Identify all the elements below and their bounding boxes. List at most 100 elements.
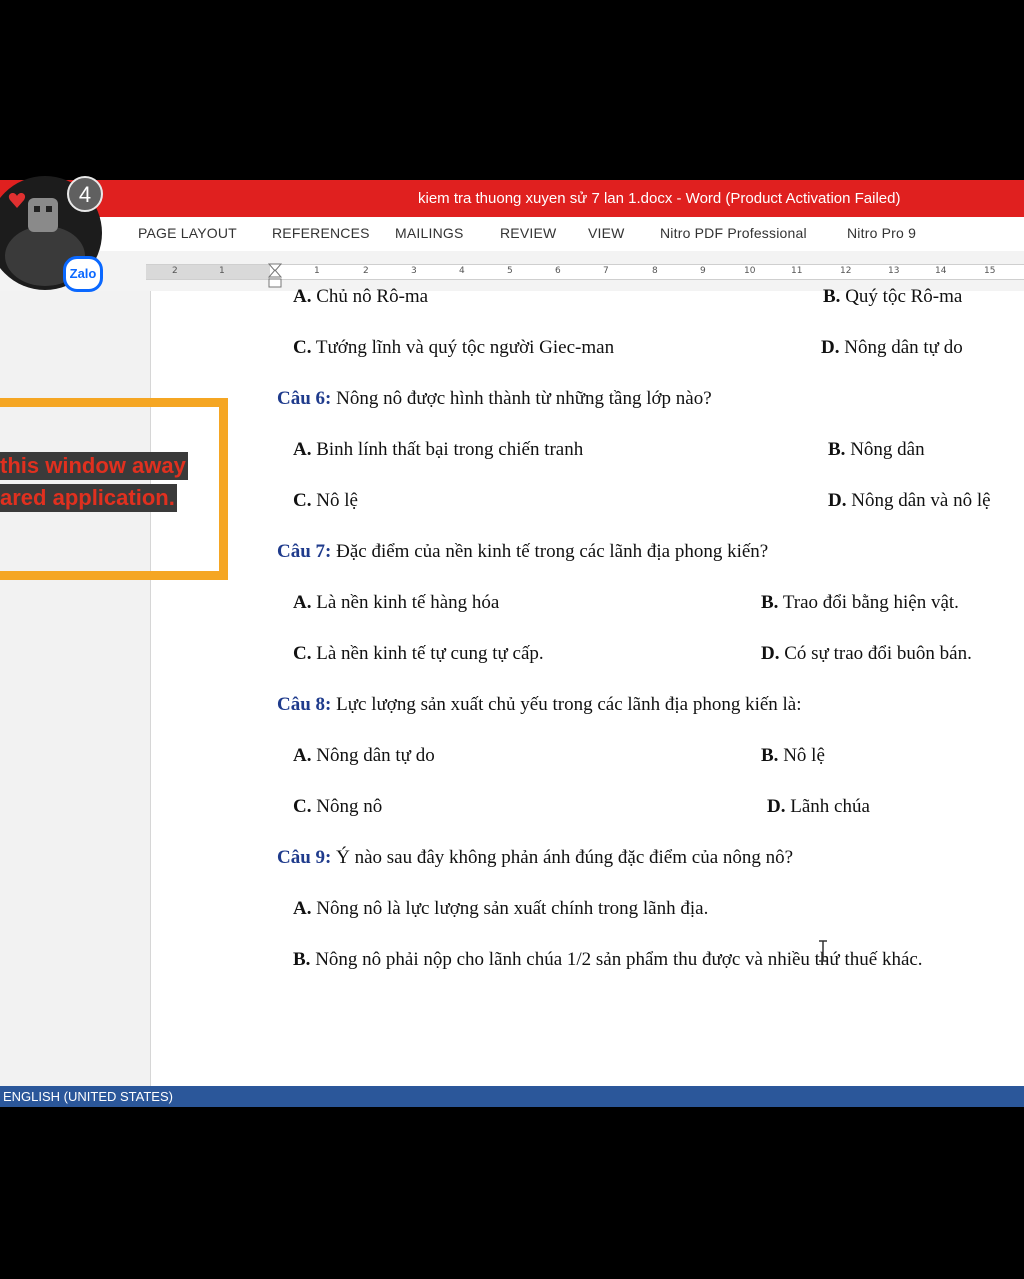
option-label: A. (293, 745, 312, 766)
text-cursor-icon (819, 940, 827, 962)
ruler-label: 3 (411, 266, 417, 276)
option-text: Nông dân (845, 439, 925, 460)
ruler-label: 14 (935, 266, 947, 276)
ruler-margin-shade (146, 265, 270, 279)
tab-mailings[interactable]: MAILINGS (395, 225, 464, 241)
option-text: Trao đổi bằng hiện vật. (778, 592, 959, 613)
answer-option: D. Nông dân và nô lệ (828, 490, 991, 512)
option-text: Lãnh chúa (785, 796, 870, 817)
answer-option: A. Binh lính thất bại trong chiến tranh (293, 439, 583, 461)
answer-option: D. Nông dân tự do (821, 337, 963, 359)
ribbon-tabs: PAGE LAYOUT REFERENCES MAILINGS REVIEW V… (0, 217, 1024, 251)
overlay-message-line-1: this window away (0, 452, 188, 480)
option-text: Nông nô là lực lượng sản xuất chính tron… (311, 898, 709, 919)
option-label: D. (767, 796, 786, 817)
ruler-label: 7 (603, 266, 609, 276)
answer-option: D. Lãnh chúa (767, 796, 870, 818)
question-text: Nông nô được hình thành từ những tầng lớ… (331, 388, 712, 409)
option-text: Là nền kinh tế tự cung tự cấp. (311, 643, 544, 664)
ruler-label: 4 (459, 266, 465, 276)
ruler-label: 10 (744, 266, 756, 276)
option-label: A. (293, 592, 312, 613)
tab-view[interactable]: VIEW (588, 225, 625, 241)
ruler-label: 13 (888, 266, 900, 276)
answer-option: A. Nông nô là lực lượng sản xuất chính t… (293, 898, 708, 920)
option-text: Nông dân tự do (839, 337, 963, 358)
option-label: B. (761, 592, 779, 613)
question-label: Câu 9: (277, 847, 332, 868)
question-line: Câu 7: Đặc điểm của nền kinh tế trong cá… (277, 541, 768, 563)
answer-option: B. Nô lệ (761, 745, 825, 767)
question-line: Câu 9: Ý nào sau đây không phản ánh đúng… (277, 847, 793, 869)
option-text: Nô lệ (778, 745, 825, 766)
option-label: A. (293, 286, 312, 307)
answer-option: C. Tướng lĩnh và quý tộc người Giec-man (293, 337, 614, 359)
tab-nitro-pro-9[interactable]: Nitro Pro 9 (847, 225, 916, 241)
document-page[interactable]: A. Chủ nô Rô-ma B. Quý tộc Rô-ma C. Tướng … (150, 286, 1024, 1086)
option-text: Chủ nô Rô-ma (311, 286, 429, 307)
question-line: Câu 8: Lực lượng sản xuất chủ yếu trong … (277, 694, 802, 716)
ruler-label: 9 (700, 266, 706, 276)
option-label: D. (821, 337, 840, 358)
answer-option: B. Trao đổi bằng hiện vật. (761, 592, 959, 614)
question-text: Ý nào sau đây không phản ánh đúng đặc đi… (331, 847, 794, 868)
option-text: Quý tộc Rô-ma (840, 286, 963, 307)
ruler-label: 1 (219, 266, 225, 276)
ruler-label: 8 (652, 266, 658, 276)
notification-count-badge: 4 (67, 176, 103, 212)
window-title: kiem tra thuong xuyen sử 7 lan 1.docx - … (418, 190, 901, 207)
ruler-label: 5 (507, 266, 513, 276)
option-label: B. (761, 745, 779, 766)
option-label: B. (823, 286, 841, 307)
option-label: D. (828, 490, 847, 511)
option-label: A. (293, 898, 312, 919)
option-label: C. (293, 796, 312, 817)
zalo-app-icon[interactable]: Zalo (63, 256, 103, 292)
title-bar: kiem tra thuong xuyen sử 7 lan 1.docx - … (0, 180, 1024, 217)
option-label: A. (293, 439, 312, 460)
question-label: Câu 7: (277, 541, 332, 562)
answer-option: C. Nô lệ (293, 490, 358, 512)
answer-option: C. Nông nô (293, 796, 382, 818)
tab-review[interactable]: REVIEW (500, 225, 556, 241)
ruler-label: 2 (363, 266, 369, 276)
tab-page-layout[interactable]: PAGE LAYOUT (138, 225, 237, 241)
option-text: Nông nô (311, 796, 383, 817)
overlay-message-line-2: ared application. (0, 484, 177, 512)
question-label: Câu 8: (277, 694, 332, 715)
option-text: Có sự trao đổi buôn bán. (779, 643, 972, 664)
option-label: C. (293, 337, 312, 358)
language-status[interactable]: ENGLISH (UNITED STATES) (3, 1089, 173, 1104)
indent-marker-icon[interactable] (268, 263, 282, 289)
answer-option: B. Nông nô phải nộp cho lãnh chúa 1/2 sả… (293, 949, 923, 971)
question-line: Câu 6: Nông nô được hình thành từ những … (277, 388, 712, 410)
ruler-label: 12 (840, 266, 852, 276)
option-text: Nô lệ (311, 490, 358, 511)
tab-references[interactable]: REFERENCES (272, 225, 370, 241)
question-text: Lực lượng sản xuất chủ yếu trong các lãn… (331, 694, 802, 715)
tab-nitro-pdf-professional[interactable]: Nitro PDF Professional (660, 225, 807, 241)
ruler-label: 2 (172, 266, 178, 276)
option-text: Tướng lĩnh và quý tộc người Giec-man (311, 337, 615, 358)
ruler-label: 11 (791, 266, 803, 276)
option-label: D. (761, 643, 780, 664)
answer-option: C. Là nền kinh tế tự cung tự cấp. (293, 643, 544, 665)
answer-option: A. Chủ nô Rô-ma (293, 286, 428, 308)
answer-option: A. Nông dân tự do (293, 745, 435, 767)
option-text: Nông dân và nô lệ (846, 490, 991, 511)
option-text: Là nền kinh tế hàng hóa (311, 592, 500, 613)
ruler-label: 15 (984, 266, 996, 276)
answer-option: D. Có sự trao đổi buôn bán. (761, 643, 972, 665)
option-text: Nông dân tự do (311, 745, 435, 766)
answer-option: B. Quý tộc Rô-ma (823, 286, 962, 308)
answer-option: B. Nông dân (828, 439, 925, 461)
option-label: C. (293, 643, 312, 664)
word-window: kiem tra thuong xuyen sử 7 lan 1.docx - … (0, 180, 1024, 1107)
ruler-label: 1 (314, 266, 320, 276)
ruler-label: 6 (555, 266, 561, 276)
question-text: Đặc điểm của nền kinh tế trong các lãnh … (331, 541, 769, 562)
option-label: C. (293, 490, 312, 511)
option-label: B. (828, 439, 846, 460)
status-bar: ENGLISH (UNITED STATES) (0, 1086, 1024, 1107)
answer-option: A. Là nền kinh tế hàng hóa (293, 592, 499, 614)
